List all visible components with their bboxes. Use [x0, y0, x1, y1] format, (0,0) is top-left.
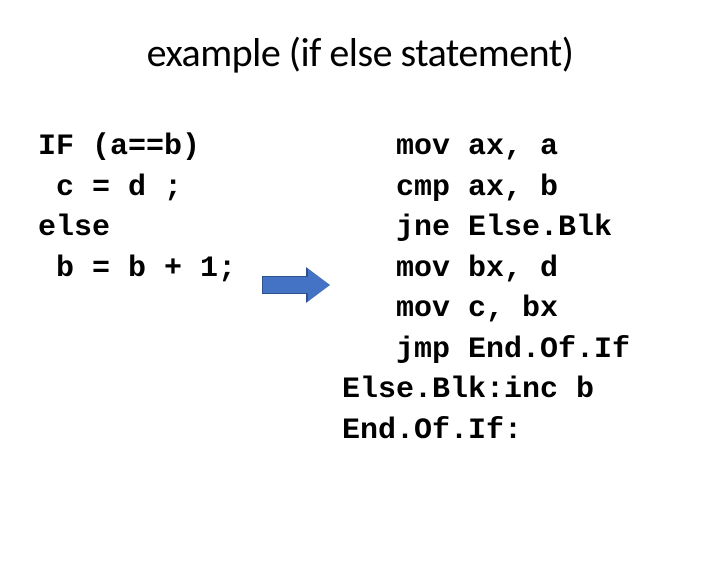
arrow-icon	[262, 269, 330, 301]
source-code-block: IF (a==b) c = d ; else b = b + 1;	[38, 127, 236, 289]
slide-title: example (if else statement)	[0, 28, 720, 77]
assembly-code-block: mov ax, a cmp ax, b jne Else.Blk mov bx,…	[342, 127, 630, 451]
